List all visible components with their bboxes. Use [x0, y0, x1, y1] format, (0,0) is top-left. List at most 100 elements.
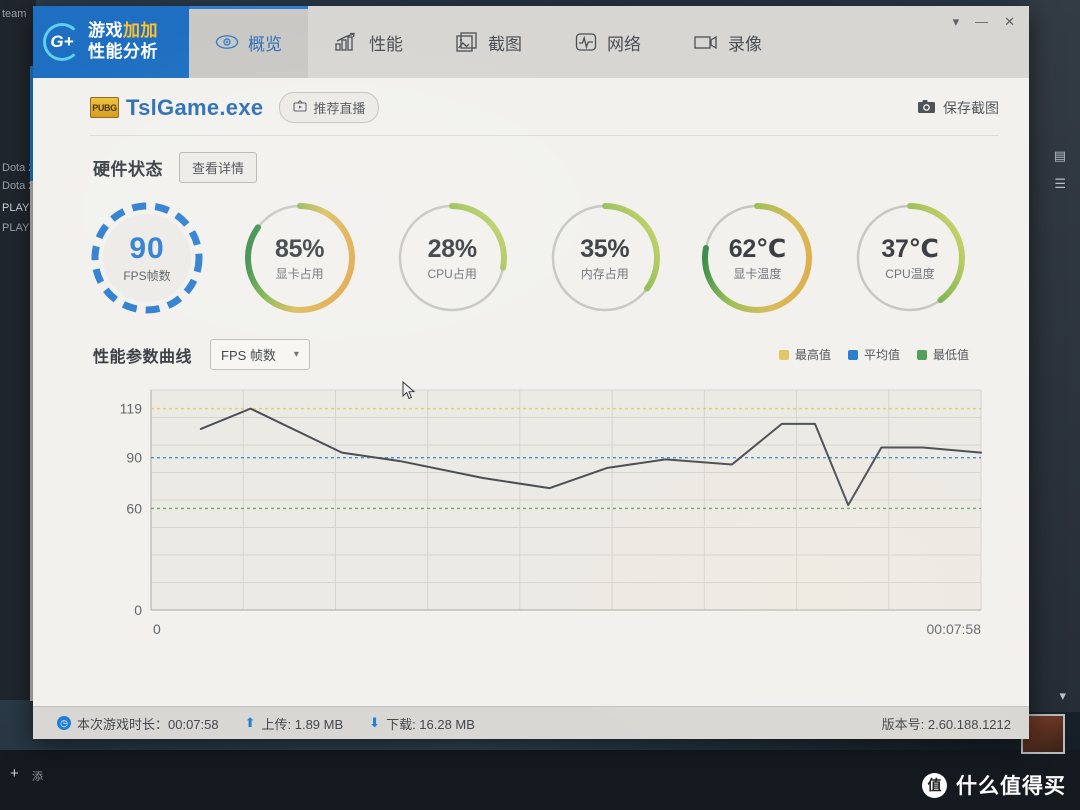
upload-stat: ⬆ 上传: 1.89 MB [245, 714, 344, 733]
tab-screenshot-label: 截图 [488, 34, 522, 54]
gauge-fps[interactable]: 90 FPS帧数 [88, 199, 206, 317]
background-grid-icon: ▤ [1053, 148, 1066, 163]
gauge-memory-usage-value: 35% [580, 234, 630, 263]
gauge-gpu-temp-value: 62℃ [728, 235, 786, 263]
download-arrow-icon: ⬇ [369, 715, 381, 730]
window-close-button[interactable]: ✕ [1004, 15, 1015, 28]
gauge-fps-caption: FPS帧数 [123, 269, 171, 283]
svg-text:0: 0 [134, 602, 142, 618]
gauge-cpu-temp-value: 37℃ [881, 235, 939, 263]
gauge-gpu-usage-caption: 显卡占用 [275, 266, 324, 281]
tab-performance[interactable]: 性能 [308, 6, 429, 78]
app-logo-icon: G+ [43, 23, 81, 61]
svg-text:0: 0 [153, 621, 161, 637]
session-duration-label: 本次游戏时长：00:07:58 [77, 716, 219, 732]
legend-item-min: 最低值 [916, 346, 969, 363]
clock-icon: ◷ [57, 716, 71, 730]
gauge-memory-usage-caption: 内存占用 [580, 266, 629, 281]
save-screenshot-button[interactable]: 保存截图 [917, 98, 999, 118]
taskbar-add-icon[interactable]: + [10, 765, 19, 782]
brand-line-1a: 游戏 [88, 21, 123, 41]
brand-logo-area: G+ 游戏加加 性能分析 [33, 6, 189, 78]
legend-swatch-min [916, 349, 927, 360]
background-text-0: team [2, 8, 27, 20]
gauge-cpu-temp[interactable]: 37℃ CPU温度 [851, 199, 969, 317]
upload-label: 上传: 1.89 MB [261, 716, 344, 732]
tab-overview-label: 概览 [248, 34, 282, 54]
gauge-gpu-temp-label: 62℃ 显卡温度 [698, 199, 816, 317]
session-duration: ◷ 本次游戏时长：00:07:58 [57, 714, 219, 733]
background-caret-icon: ▾ [1059, 688, 1066, 703]
version-label: 版本号: 2.60.188.1212 [881, 716, 1011, 732]
brand-text: 游戏加加 性能分析 [88, 21, 158, 62]
hardware-status-header: 硬件状态 查看详情 [33, 136, 1029, 183]
gauge-cpu-usage-caption: CPU占用 [427, 266, 477, 281]
gauge-cpu-usage[interactable]: 28% CPU占用 [393, 199, 511, 317]
brand-line-1: 游戏加加 [88, 21, 158, 42]
recommend-live-button[interactable]: 推荐直播 [279, 92, 380, 123]
eye-icon [215, 34, 239, 50]
performance-chart[interactable]: 0 60 90 119 0 00:07:58 [93, 378, 999, 648]
window-minimize-button[interactable]: — [975, 15, 988, 28]
gauge-memory-usage[interactable]: 35% 内存占用 [546, 199, 664, 317]
taskbar-label: 添 [32, 771, 43, 783]
live-tv-icon [293, 100, 307, 115]
background-right-panel: ▤ ☰ ▾ [1028, 0, 1080, 712]
legend-swatch-avg [847, 349, 858, 360]
watermark: 值 什么值得买 [922, 770, 1066, 800]
gauge-gpu-temp-caption: 显卡温度 [733, 267, 782, 281]
view-details-button[interactable]: 查看详情 [179, 152, 258, 183]
tab-network[interactable]: 网络 [548, 6, 667, 78]
svg-text:90: 90 [126, 450, 142, 466]
app-header-row: PUBG TslGame.exe 推荐直播 保存截图 [33, 78, 1029, 135]
chart-legend: 最高值 平均值 最低值 [778, 346, 969, 363]
legend-label-min: 最低值 [932, 348, 969, 362]
legend-label-avg: 平均值 [863, 348, 900, 362]
gauge-fps-value: 90 [129, 232, 165, 265]
chart-header: 性能参数曲线 FPS 帧数 ▾ 最高值 平均值 最低值 [33, 317, 1029, 370]
svg-text:60: 60 [126, 500, 142, 516]
gauge-cpu-temp-caption: CPU温度 [885, 267, 935, 281]
performance-chart-svg: 0 60 90 119 0 00:07:58 [120, 389, 982, 637]
legend-item-avg: 平均值 [847, 346, 900, 363]
watermark-badge-icon: 值 [922, 772, 947, 798]
tab-recording[interactable]: 录像 [667, 6, 788, 78]
upload-arrow-icon: ⬆ [244, 715, 256, 730]
brand-line-2: 性能分析 [88, 42, 158, 61]
metric-dropdown[interactable]: FPS 帧数 ▾ [210, 339, 310, 370]
gauge-gpu-temp[interactable]: 62℃ 显卡温度 [698, 199, 816, 317]
picture-icon [455, 31, 479, 53]
game-booster-window: G+ 游戏加加 性能分析 概览 性能 截图 网络 录像 ▾ — ✕ PUBG T… [33, 6, 1029, 739]
app-process-name: TslGame.exe [126, 94, 264, 120]
download-stat: ⬇ 下载: 16.28 MB [369, 714, 475, 733]
window-menu-button[interactable]: ▾ [953, 15, 960, 28]
legend-label-max: 最高值 [794, 348, 831, 362]
save-screenshot-label: 保存截图 [943, 99, 999, 116]
hardware-status-title: 硬件状态 [93, 160, 163, 179]
gauge-cpu-usage-label: 28% CPU占用 [393, 199, 511, 317]
desktop-taskbar: + 添 [0, 750, 1080, 810]
titlebar: G+ 游戏加加 性能分析 概览 性能 截图 网络 录像 ▾ — ✕ [33, 6, 1029, 78]
svg-text:00:07:58: 00:07:58 [927, 621, 982, 637]
tab-overview[interactable]: 概览 [189, 6, 308, 78]
chart-title: 性能参数曲线 [93, 348, 193, 366]
gauge-fps-label: 90 FPS帧数 [88, 199, 206, 317]
tab-recording-label: 录像 [728, 34, 762, 54]
metric-dropdown-value: FPS 帧数 [221, 348, 276, 363]
camera-icon [917, 99, 936, 117]
status-bar: ◷ 本次游戏时长：00:07:58 ⬆ 上传: 1.89 MB ⬇ 下载: 16… [33, 706, 1029, 739]
mouse-cursor [402, 381, 416, 400]
gauge-gpu-usage[interactable]: 85% 显卡占用 [241, 199, 359, 317]
watermark-text: 什么值得买 [956, 775, 1066, 798]
bar-chart-icon [334, 32, 360, 52]
gauge-cpu-temp-label: 37℃ CPU温度 [851, 199, 969, 317]
legend-swatch-max [778, 349, 789, 360]
overview-panel: PUBG TslGame.exe 推荐直播 保存截图 硬件状态 查看详情 90 … [33, 78, 1029, 739]
pulse-icon [574, 31, 598, 53]
tab-screenshot[interactable]: 截图 [429, 6, 548, 78]
live-button-label: 推荐直播 [313, 101, 366, 116]
legend-item-max: 最高值 [778, 346, 831, 363]
download-label: 下载: 16.28 MB [386, 716, 475, 732]
video-camera-icon [693, 33, 719, 51]
background-list-icon: ☰ [1054, 176, 1066, 191]
